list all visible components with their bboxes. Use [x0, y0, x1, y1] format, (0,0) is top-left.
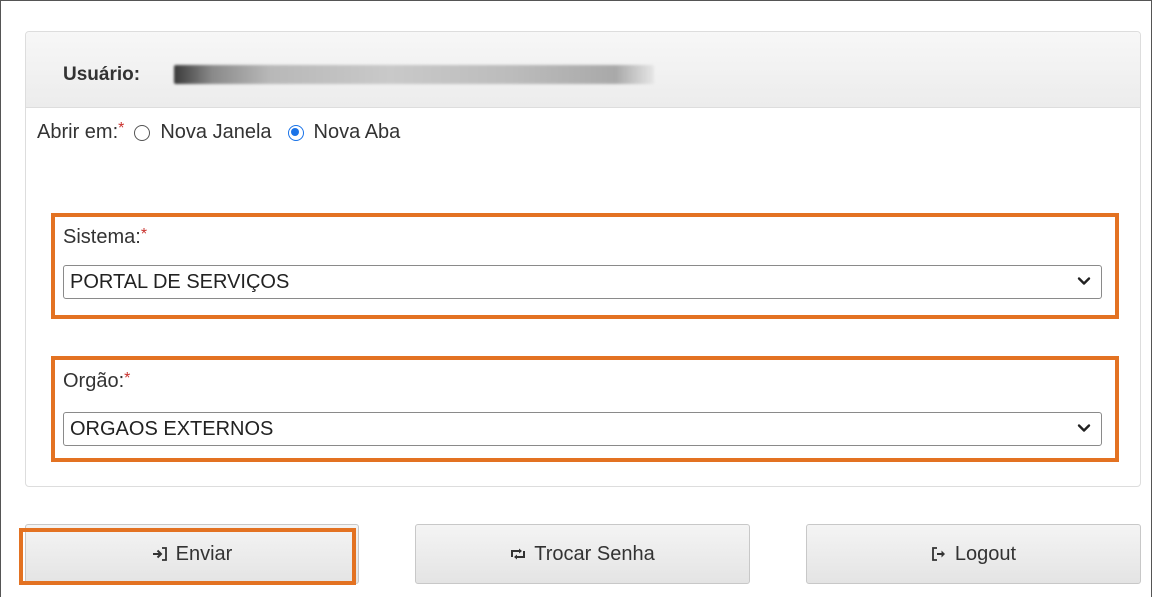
logout-label: Logout	[954, 542, 1017, 565]
enviar-highlight	[19, 528, 356, 585]
sistema-label: Sistema:	[63, 226, 141, 248]
orgao-label-wrap: Orgão:*	[63, 370, 130, 393]
chevron-down-icon	[1077, 424, 1091, 432]
orgao-label: Orgão:	[63, 370, 125, 392]
required-mark: *	[118, 119, 125, 137]
open-in-label: Abrir em:	[37, 121, 119, 143]
chevron-down-icon	[1077, 277, 1091, 285]
radio-nova-aba[interactable]	[287, 124, 304, 141]
orgao-highlight	[51, 356, 1119, 462]
sistema-label-wrap: Sistema:*	[63, 226, 147, 249]
radio-nova-janela-label[interactable]: Nova Janela	[160, 121, 271, 144]
sistema-select-value: PORTAL DE SERVIÇOS	[70, 271, 290, 293]
trocar-senha-button[interactable]: Trocar Senha	[415, 524, 750, 584]
radio-nova-janela[interactable]	[134, 124, 151, 141]
user-name-redacted	[174, 65, 654, 84]
required-mark: *	[124, 370, 131, 387]
orgao-select[interactable]: ORGAOS EXTERNOS	[63, 412, 1102, 446]
sistema-select[interactable]: PORTAL DE SERVIÇOS	[63, 265, 1102, 299]
logout-button[interactable]: Logout	[806, 524, 1141, 584]
user-label: Usuário:	[63, 64, 141, 85]
sign-out-icon	[932, 547, 945, 561]
orgao-select-value: ORGAOS EXTERNOS	[70, 418, 274, 440]
open-in-row: Abrir em: * Nova Janela Nova Aba	[37, 119, 406, 144]
panel-header: Usuário:	[26, 32, 1140, 108]
retweet-icon	[511, 548, 526, 560]
trocar-senha-label: Trocar Senha	[534, 542, 655, 565]
required-mark: *	[140, 226, 148, 243]
radio-nova-aba-label[interactable]: Nova Aba	[314, 121, 401, 144]
